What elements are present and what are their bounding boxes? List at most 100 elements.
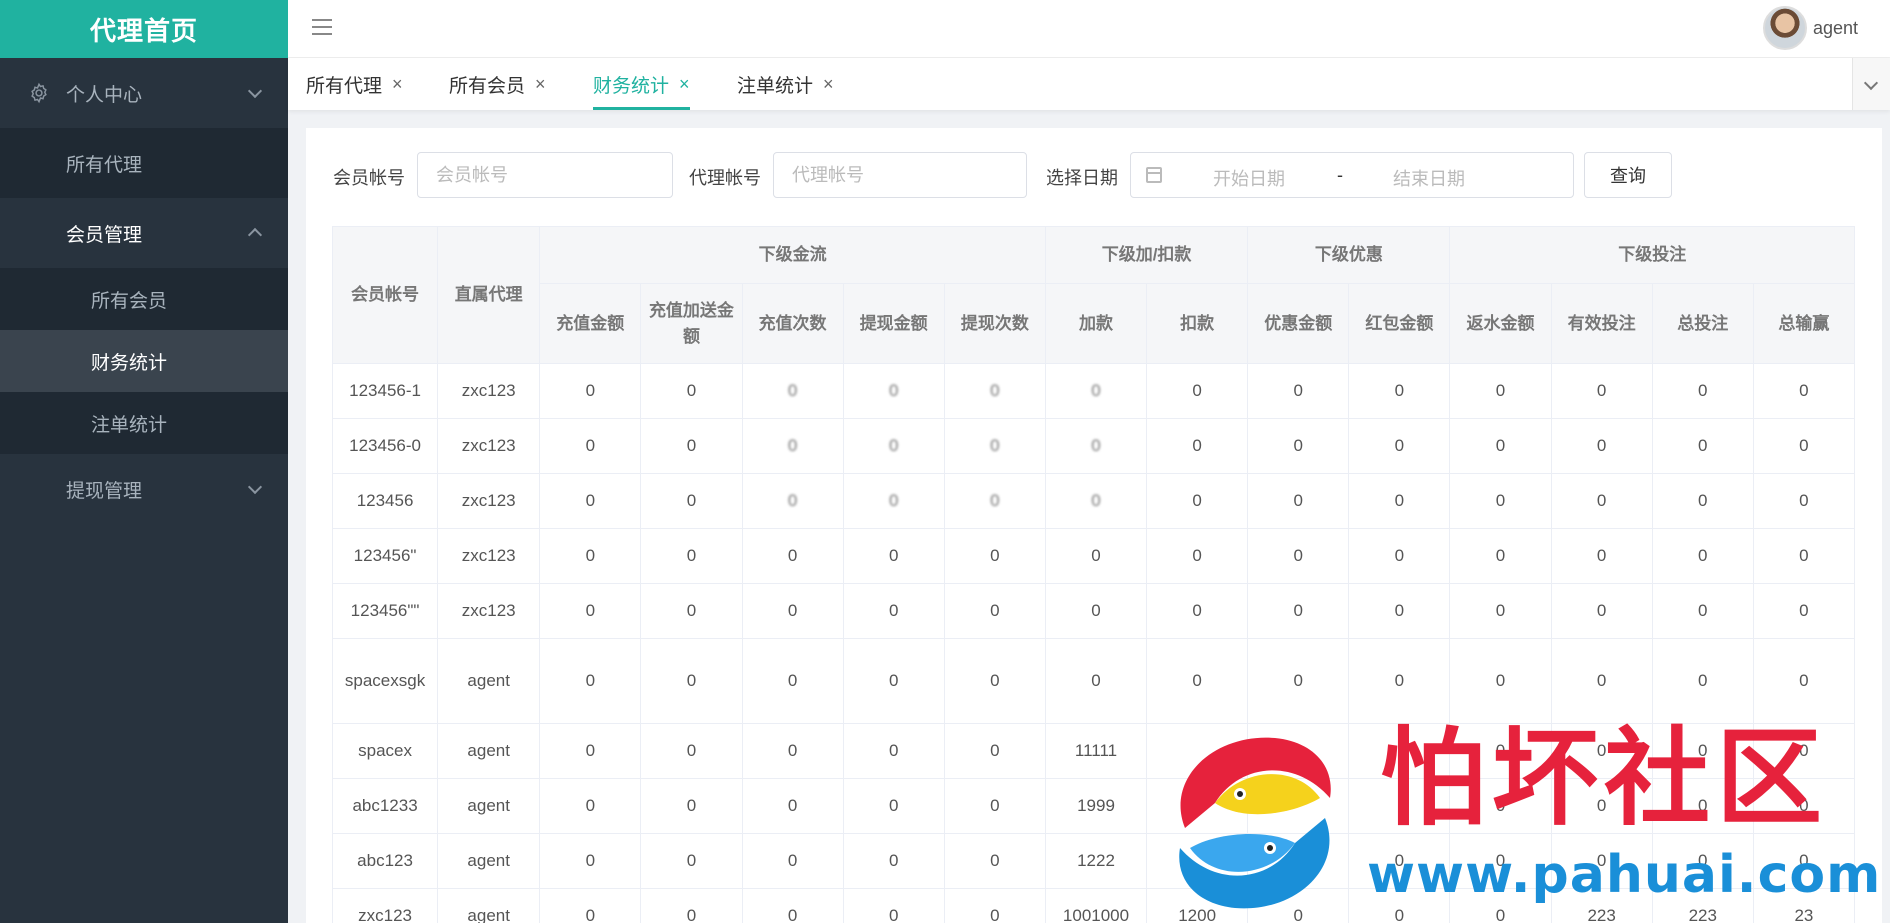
tab-label: 所有代理 (306, 75, 383, 97)
menu-toggle-icon[interactable] (312, 19, 332, 37)
column-header: 返水金额 (1449, 283, 1552, 364)
table-cell: 0 (1752, 418, 1856, 474)
table-cell: 0 (1550, 778, 1653, 834)
group-header: 下级金流 (539, 226, 1046, 284)
date-label: 选择日期 (1046, 168, 1118, 188)
table-cell: 0 (1044, 528, 1148, 584)
sidebar-item-withdraw-management[interactable]: 提现管理 (0, 454, 288, 524)
close-icon[interactable]: × (392, 74, 403, 95)
start-date-input[interactable]: 开始日期 (1213, 165, 1285, 191)
table-row: spacexsgk agent 0 0 0 0 0 0 0 0 0 0 0 0 0 (331, 638, 1856, 724)
table-cell: 123456" (331, 528, 439, 584)
table-cell: 0 (842, 888, 945, 923)
tab-all-agents[interactable]: 所有代理 × (306, 58, 403, 110)
table-cell: 0 (1449, 778, 1552, 834)
close-icon[interactable]: × (535, 74, 546, 95)
table-cell: 0 (1550, 833, 1653, 889)
tab-all-members[interactable]: 所有会员 × (449, 58, 546, 110)
sidebar-item-member-management[interactable]: 会员管理 (0, 198, 288, 268)
sidebar-item-all-members[interactable]: 所有会员 (0, 268, 288, 330)
column-header: 提现次数 (943, 283, 1046, 364)
sidebar-item-label: 财务统计 (91, 352, 168, 374)
date-range-picker[interactable]: 开始日期 - 结束日期 (1130, 152, 1574, 198)
tab-financial-stats[interactable]: 财务统计 × (593, 58, 690, 110)
table-row: abc123 agent 0 0 0 0 0 1222 0 0 0 0 0 (331, 833, 1856, 889)
table-cell: 0 (741, 888, 844, 923)
table-cell: 0 (640, 723, 743, 779)
table-cell: 0 (1044, 473, 1148, 529)
sidebar-item-personal-center[interactable]: 个人中心 (0, 58, 288, 128)
group-header: 下级加/扣款 (1044, 226, 1249, 284)
table-cell: 0 (640, 418, 743, 474)
table-cell: 0 (1044, 583, 1148, 639)
sidebar-item-label: 提现管理 (66, 480, 143, 502)
tabs-dropdown-button[interactable] (1852, 58, 1890, 110)
table-cell: 0 (539, 418, 642, 474)
sidebar-item-label: 所有会员 (91, 290, 168, 312)
table-cell: 0 (1449, 583, 1552, 639)
close-icon[interactable]: × (679, 74, 690, 95)
table-cell: 0 (1449, 473, 1552, 529)
user-name[interactable]: agent (1813, 18, 1858, 39)
table-cell (1146, 723, 1249, 779)
table-cell: 0 (640, 638, 743, 724)
table-cell: 0 (741, 473, 844, 529)
sidebar-item-financial-stats[interactable]: 财务统计 (0, 330, 288, 392)
table-cell: 0 (1348, 418, 1451, 474)
table-cell: 0 (1449, 723, 1552, 779)
table-cell: 0 (842, 363, 945, 419)
table-row: 123456-0 zxc123 0 0 0 0 0 0 0 0 0 0 0 0 0 (331, 418, 1856, 474)
table-cell: 0 (1752, 583, 1856, 639)
table-cell: 0 (1550, 473, 1653, 529)
avatar[interactable] (1762, 6, 1807, 50)
table-cell: 223 (1651, 888, 1754, 923)
table-cell: 0 (1651, 638, 1754, 724)
member-account-input[interactable] (417, 152, 673, 198)
table-cell: 0 (1752, 363, 1856, 419)
agent-account-label: 代理帐号 (689, 168, 761, 188)
table-row: 123456 zxc123 0 0 0 0 0 0 0 0 0 0 0 0 0 (331, 473, 1856, 529)
sidebar-item-label: 注单统计 (91, 414, 168, 436)
table-cell: 0 (640, 363, 743, 419)
table-cell: 0 (1651, 473, 1754, 529)
agent-account-input[interactable] (773, 152, 1027, 198)
table-cell: 0 (741, 778, 844, 834)
table-cell: 0 (943, 723, 1046, 779)
table-cell: agent (437, 723, 541, 779)
table-cell: spacexsgk (331, 638, 439, 724)
table-cell: 0 (1247, 638, 1350, 724)
table-cell: zxc123 (437, 583, 541, 639)
column-header: 充值次数 (741, 283, 844, 364)
sidebar: 代理首页 个人中心 所有代理 会员管理 所有会员 财务统计 注单统计 提现管理 (0, 0, 288, 923)
sidebar-item-bet-stats[interactable]: 注单统计 (0, 392, 288, 454)
table-cell: 0 (1348, 363, 1451, 419)
table-cell: 0 (943, 583, 1046, 639)
query-button[interactable]: 查询 (1584, 152, 1672, 198)
table-cell: 0 (1146, 583, 1249, 639)
app-logo[interactable]: 代理首页 (0, 0, 288, 58)
sidebar-item-label: 会员管理 (66, 224, 143, 246)
table-cell: 0 (842, 723, 945, 779)
column-header: 总输赢 (1752, 283, 1856, 364)
sidebar-item-all-agents[interactable]: 所有代理 (0, 128, 288, 198)
table-cell: 0 (640, 888, 743, 923)
table-cell: 0 (842, 528, 945, 584)
table-cell: 0 (1550, 583, 1653, 639)
table-cell: abc123 (331, 833, 439, 889)
table-cell: 1999 (1044, 778, 1148, 834)
table-cell (1247, 833, 1350, 889)
table-cell: 0 (1146, 528, 1249, 584)
tab-bet-stats[interactable]: 注单统计 × (737, 58, 834, 110)
user-menu[interactable]: agent (1762, 6, 1858, 50)
table-cell: 123456"" (331, 583, 439, 639)
table-cell: 123456-1 (331, 363, 439, 419)
table-cell: zxc123 (437, 473, 541, 529)
table-cell: 0 (1651, 363, 1754, 419)
column-header: 红包金额 (1348, 283, 1451, 364)
close-icon[interactable]: × (823, 74, 834, 95)
column-header: 有效投注 (1550, 283, 1653, 364)
table-cell: 0 (1651, 723, 1754, 779)
table-cell: 0 (539, 888, 642, 923)
end-date-input[interactable]: 结束日期 (1393, 165, 1465, 191)
calendar-icon (1146, 167, 1162, 183)
